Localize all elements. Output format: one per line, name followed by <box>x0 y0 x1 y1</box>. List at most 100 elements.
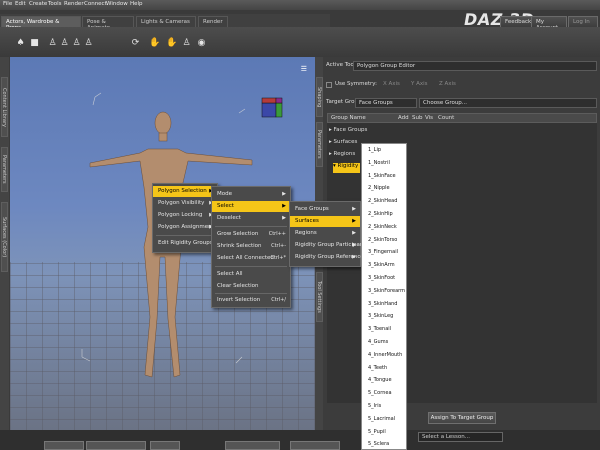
menu-item-edit-rigidity[interactable]: Edit Rigidity Groups... <box>153 238 218 249</box>
tab-content-library[interactable]: Content Library <box>1 77 8 137</box>
timeline-thumb[interactable] <box>150 441 180 450</box>
menu-item-surfaces[interactable]: Surfaces ▶ <box>290 216 360 227</box>
use-symmetry-label: Use Symmetry: <box>335 81 377 87</box>
prop-icon[interactable]: ■ <box>30 38 39 48</box>
surface-menu-item[interactable]: 3_Fingernail <box>362 246 406 259</box>
active-tool-dropdown[interactable]: Polygon Group Editor <box>353 61 597 71</box>
timeline-thumb[interactable] <box>86 441 146 450</box>
menu-render[interactable]: Render <box>64 1 84 7</box>
tab-actors[interactable]: Actors, Wardrobe & Props <box>1 16 81 31</box>
rotate-icon[interactable]: ⟳ <box>131 38 140 48</box>
surface-menu-item[interactable]: 3_Toenail <box>362 323 406 336</box>
lesson-select[interactable]: Select a Lesson... <box>418 432 503 442</box>
surface-menu-item[interactable]: 4_Tongue <box>362 374 406 387</box>
menu-item-polygon-locking[interactable]: Polygon Locking▶ <box>153 210 217 221</box>
surface-menu-item[interactable]: 5_Cornea <box>362 387 406 400</box>
y-axis-radio[interactable]: Y Axis <box>411 81 428 87</box>
col-vis[interactable]: Vis <box>425 115 433 121</box>
menu-create[interactable]: Create <box>29 1 47 7</box>
hand-icon[interactable]: ✋ <box>166 38 177 48</box>
surface-menu-item[interactable]: 5_Iris <box>362 400 406 413</box>
surface-menu-item[interactable]: 5_Sclera <box>362 438 406 449</box>
figure-icon[interactable]: ♙ <box>48 38 57 48</box>
timeline-thumb[interactable] <box>290 441 340 450</box>
menu-item-invert-selection[interactable]: Invert Selection Ctrl+/ <box>212 295 290 306</box>
surface-menu-item[interactable]: 4_InnerMouth <box>362 349 406 362</box>
list-item[interactable]: ▸ Face Groups <box>329 127 367 137</box>
menu-item-mode[interactable]: Mode ▶ <box>212 189 290 200</box>
menu-item-deselect[interactable]: Deselect ▶ <box>212 213 290 224</box>
menu-item-polygon-selection[interactable]: Polygon Selection▶ <box>153 186 217 197</box>
figure-remove-icon[interactable]: ♙ <box>72 38 81 48</box>
surface-menu-item[interactable]: 1_Lip <box>362 144 406 157</box>
menu-item-grow-selection[interactable]: Grow Selection Ctrl++ <box>212 229 290 240</box>
view-cube-icon[interactable] <box>261 97 283 118</box>
menu-item-clear-selection[interactable]: Clear Selection <box>212 281 290 292</box>
figure-add-icon[interactable]: ♙ <box>60 38 69 48</box>
surface-menu-item[interactable]: 2_SkinHead <box>362 195 406 208</box>
pose-icon[interactable]: ♙ <box>182 38 191 48</box>
surface-menu-item[interactable]: 2_SkinHip <box>362 208 406 221</box>
tab-pose[interactable]: Pose & Animate <box>82 16 134 31</box>
tab-parameters-right[interactable]: Parameters <box>316 122 323 167</box>
menu-edit[interactable]: Edit <box>15 1 26 7</box>
figure-group-icon[interactable]: ♙ <box>84 38 93 48</box>
timeline-thumb[interactable] <box>225 441 280 450</box>
z-axis-radio[interactable]: Z Axis <box>439 81 456 87</box>
surface-menu-item[interactable]: 4_Gums <box>362 336 406 349</box>
menu-separator <box>215 226 287 227</box>
menu-item-select[interactable]: Select ▶ <box>212 201 290 212</box>
surface-menu-item[interactable]: 2_SkinNeck <box>362 221 406 234</box>
menu-item-face-groups[interactable]: Face Groups ▶ <box>290 204 360 215</box>
tab-parameters-left[interactable]: Parameters <box>1 147 8 192</box>
grab-icon[interactable]: ✋ <box>149 38 160 48</box>
menu-item-shrink-selection[interactable]: Shrink Selection Ctrl+- <box>212 241 290 252</box>
surface-menu-item[interactable]: 5_Lacrimal <box>362 413 406 426</box>
tab-surfaces[interactable]: Surfaces (Color) <box>1 202 8 272</box>
menu-window[interactable]: Window <box>106 1 128 7</box>
context-menu: Polygon Selection▶ Polygon Visibility▶ P… <box>152 183 218 253</box>
region-icon[interactable]: ◉ <box>197 38 206 48</box>
surface-menu-item[interactable]: 2_SkinTorso <box>362 234 406 247</box>
surface-menu-item[interactable]: 1_SkinFace <box>362 170 406 183</box>
surface-menu-item[interactable]: 2_Nipple <box>362 182 406 195</box>
tab-render[interactable]: Render <box>198 16 228 27</box>
menu-item-rigidity-participants[interactable]: Rigidity Group Participants ▶ <box>290 240 368 251</box>
choose-group-dropdown[interactable]: Choose Group... <box>419 98 597 108</box>
surface-menu-item[interactable]: 1_Nostril <box>362 157 406 170</box>
menu-item-polygon-assignment[interactable]: Polygon Assignment▶ <box>153 222 217 233</box>
menu-tools[interactable]: Tools <box>48 1 62 7</box>
surface-menu-item[interactable]: 4_Teeth <box>362 362 406 375</box>
surface-menu-item[interactable]: 3_SkinFoot <box>362 272 406 285</box>
tab-shaping[interactable]: Shaping <box>316 77 323 117</box>
assign-to-target-group-button[interactable]: Assign To Target Group <box>428 412 496 424</box>
surface-menu-item[interactable]: 3_SkinArm <box>362 259 406 272</box>
col-add[interactable]: Add <box>398 115 409 121</box>
surface-menu-item[interactable]: 5_Pupil <box>362 426 406 439</box>
list-item-selected[interactable]: ▾ Rigidity <box>333 163 360 173</box>
target-group-dropdown[interactable]: Face Groups <box>355 98 417 108</box>
col-count[interactable]: Count <box>438 115 454 121</box>
wardrobe-icon[interactable]: ♠ <box>16 38 25 48</box>
surface-menu-item[interactable]: 3_SkinLeg <box>362 310 406 323</box>
menu-item-polygon-visibility[interactable]: Polygon Visibility▶ <box>153 198 217 209</box>
list-item[interactable]: ▸ Surfaces <box>329 139 357 149</box>
x-axis-radio[interactable]: X Axis <box>383 81 400 87</box>
menu-item-rigidity-references[interactable]: Rigidity Group References ▶ <box>290 252 367 263</box>
menu-item-regions[interactable]: Regions ▶ <box>290 228 360 239</box>
surface-menu-item[interactable]: 3_SkinForearm <box>362 285 406 298</box>
tab-tool-settings[interactable]: Tool Settings <box>316 272 323 322</box>
timeline-thumb[interactable] <box>44 441 84 450</box>
menu-item-select-all-connected[interactable]: Select All Connected Ctrl+* <box>212 253 290 264</box>
menu-connect[interactable]: Connect <box>84 1 107 7</box>
symmetry-checkbox[interactable] <box>326 82 332 88</box>
toolbar: ♠ ■ ♙ ♙ ♙ ♙ ⟳ ✋ ✋ ♙ ◉ <box>0 27 600 57</box>
list-item[interactable]: ▸ Regions <box>329 151 355 161</box>
menu-help[interactable]: Help <box>130 1 143 7</box>
surface-menu-item[interactable]: 3_SkinHand <box>362 298 406 311</box>
tab-lights[interactable]: Lights & Cameras <box>136 16 196 27</box>
menu-item-select-all[interactable]: Select All <box>212 269 290 280</box>
menu-file[interactable]: File <box>3 1 12 7</box>
col-group-name[interactable]: Group Name <box>331 115 366 121</box>
col-sub[interactable]: Sub <box>412 115 422 121</box>
